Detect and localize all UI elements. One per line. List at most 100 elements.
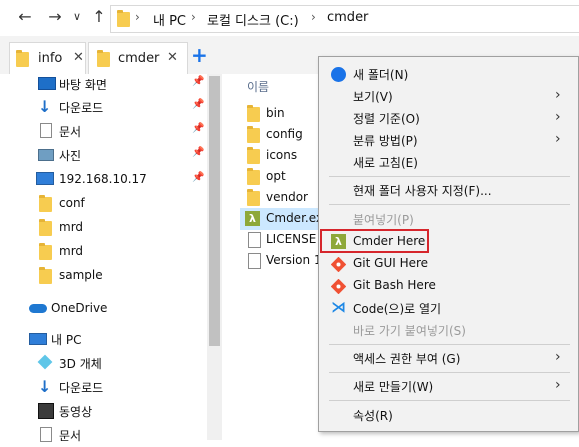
- file-name: opt: [266, 169, 286, 183]
- folder-icon: [247, 168, 260, 185]
- menu-separator: [329, 372, 570, 373]
- file-row-version[interactable]: Version 1: [240, 250, 330, 272]
- file-icon: [248, 232, 261, 248]
- file-row-vendor[interactable]: vendor: [240, 187, 330, 209]
- pin-icon[interactable]: 📌: [192, 172, 204, 183]
- file-row-opt[interactable]: opt: [240, 166, 330, 188]
- file-row-license[interactable]: LICENSE: [240, 229, 330, 251]
- folder-icon: [97, 50, 110, 67]
- document-icon: [40, 123, 52, 138]
- nav-item-conf[interactable]: conf: [0, 192, 205, 216]
- menu-item-open-with-code[interactable]: ⋊ Code(으)로 열기: [319, 297, 579, 319]
- computer-icon: [29, 333, 47, 345]
- file-row-cmder-exe[interactable]: λ Cmder.exe: [240, 208, 330, 230]
- nav-item-label: mrd: [59, 220, 84, 234]
- menu-label: 보기(V): [353, 90, 393, 104]
- menu-item-give-access[interactable]: 액세스 권한 부여 (G) ›: [319, 347, 579, 369]
- folder-icon: [39, 243, 52, 260]
- chevron-right-icon: ›: [555, 349, 561, 365]
- breadcrumb-separator[interactable]: ›: [135, 10, 140, 24]
- file-name: vendor: [266, 190, 308, 204]
- nav-item-network-share[interactable]: 192.168.10.17 📌: [0, 168, 205, 192]
- folder-icon: [16, 50, 29, 67]
- new-tab-button[interactable]: +: [191, 44, 208, 66]
- tab-label: cmder: [118, 51, 160, 66]
- close-icon[interactable]: ✕: [167, 50, 178, 65]
- menu-label: 새 폴더(N): [353, 68, 409, 82]
- file-row-config[interactable]: config: [240, 124, 330, 146]
- new-folder-icon: [331, 67, 346, 82]
- breadcrumb-separator[interactable]: ›: [311, 10, 316, 24]
- file-name: config: [266, 127, 303, 141]
- tab-info[interactable]: info ✕: [9, 42, 86, 74]
- nav-item-desktop[interactable]: 바탕 화면 📌: [0, 72, 205, 96]
- file-row-icons[interactable]: icons: [240, 145, 330, 167]
- folder-icon: [247, 126, 260, 143]
- pin-icon[interactable]: 📌: [192, 147, 204, 158]
- tab-label: info: [38, 51, 63, 66]
- nav-item-mrd[interactable]: mrd: [0, 216, 205, 240]
- menu-label: Git GUI Here: [353, 256, 429, 270]
- column-header-name[interactable]: 이름: [247, 78, 269, 95]
- chevron-right-icon: ›: [555, 377, 561, 393]
- nav-item-label: 문서: [59, 125, 82, 139]
- menu-item-view[interactable]: 보기(V) ›: [319, 85, 579, 107]
- breadcrumb-separator[interactable]: ›: [191, 10, 196, 24]
- nav-scrollbar-thumb[interactable]: [209, 76, 220, 346]
- breadcrumb-this-pc[interactable]: 내 PC: [153, 10, 186, 29]
- nav-item-videos[interactable]: 동영상: [0, 399, 205, 423]
- nav-item-sample[interactable]: sample: [0, 264, 205, 288]
- recent-locations-icon[interactable]: ∨: [66, 6, 88, 28]
- nav-item-downloads[interactable]: ↓ 다운로드 📌: [0, 95, 205, 119]
- pin-icon[interactable]: 📌: [192, 99, 204, 110]
- breadcrumb-cmder[interactable]: cmder: [327, 10, 368, 25]
- nav-item-pictures[interactable]: 사진 📌: [0, 143, 205, 167]
- pin-icon[interactable]: 📌: [192, 123, 204, 134]
- back-icon[interactable]: ←: [14, 6, 36, 28]
- menu-item-paste: 붙여넣기(P): [319, 208, 579, 230]
- menu-item-new-folder[interactable]: 새 폴더(N): [319, 63, 579, 85]
- nav-item-label: sample: [59, 268, 103, 282]
- tab-cmder[interactable]: cmder ✕: [88, 42, 188, 74]
- menu-label: Code(으)로 열기: [353, 302, 442, 316]
- nav-item-pc-downloads[interactable]: ↓ 다운로드: [0, 375, 205, 399]
- menu-item-group-by[interactable]: 분류 방법(P) ›: [319, 129, 579, 151]
- pin-icon[interactable]: 📌: [192, 76, 204, 87]
- file-name: LICENSE: [266, 232, 317, 246]
- git-bash-icon: [330, 278, 347, 295]
- menu-item-git-bash[interactable]: Git Bash Here: [319, 275, 579, 297]
- close-icon[interactable]: ✕: [73, 50, 84, 65]
- menu-item-properties[interactable]: 속성(R): [319, 404, 579, 426]
- folder-icon: [247, 147, 260, 164]
- menu-item-customize-folder[interactable]: 현재 폴더 사용자 지정(F)...: [319, 179, 579, 201]
- chevron-right-icon: ›: [555, 131, 561, 147]
- path-box[interactable]: › 내 PC › 로컬 디스크 (C:) › cmder: [110, 5, 579, 33]
- folder-icon: [247, 105, 260, 122]
- nav-item-onedrive[interactable]: OneDrive: [0, 297, 205, 321]
- menu-separator: [329, 344, 570, 345]
- nav-item-label: 다운로드: [59, 381, 104, 395]
- download-icon: ↓: [38, 377, 52, 396]
- highlight-box: [320, 229, 429, 253]
- nav-item-label: 문서: [59, 429, 82, 443]
- file-name: Cmder.exe: [266, 211, 318, 225]
- menu-item-sort-by[interactable]: 정렬 기준(O) ›: [319, 107, 579, 129]
- breadcrumb-local-disk[interactable]: 로컬 디스크 (C:): [207, 10, 299, 29]
- folder-icon: [117, 10, 130, 27]
- nav-item-3d-objects[interactable]: 3D 개체: [0, 351, 205, 375]
- nav-item-this-pc[interactable]: 내 PC: [0, 327, 205, 351]
- up-icon[interactable]: ↑: [88, 6, 110, 28]
- forward-icon[interactable]: →: [44, 6, 66, 28]
- menu-item-refresh[interactable]: 새로 고침(E): [319, 151, 579, 173]
- menu-label: 새로 고침(E): [353, 156, 418, 170]
- menu-label: 액세스 권한 부여 (G): [353, 352, 461, 366]
- nav-item-mrd-2[interactable]: mrd: [0, 240, 205, 264]
- file-row-bin[interactable]: bin: [240, 103, 330, 125]
- menu-item-new[interactable]: 새로 만들기(W) ›: [319, 375, 579, 397]
- nav-item-pc-documents[interactable]: 문서: [0, 423, 205, 447]
- nav-item-documents[interactable]: 문서 📌: [0, 119, 205, 143]
- chevron-right-icon: ›: [555, 109, 561, 125]
- menu-item-git-gui[interactable]: Git GUI Here: [319, 253, 579, 275]
- menu-label: 분류 방법(P): [353, 134, 418, 148]
- nav-item-label: 3D 개체: [59, 357, 102, 371]
